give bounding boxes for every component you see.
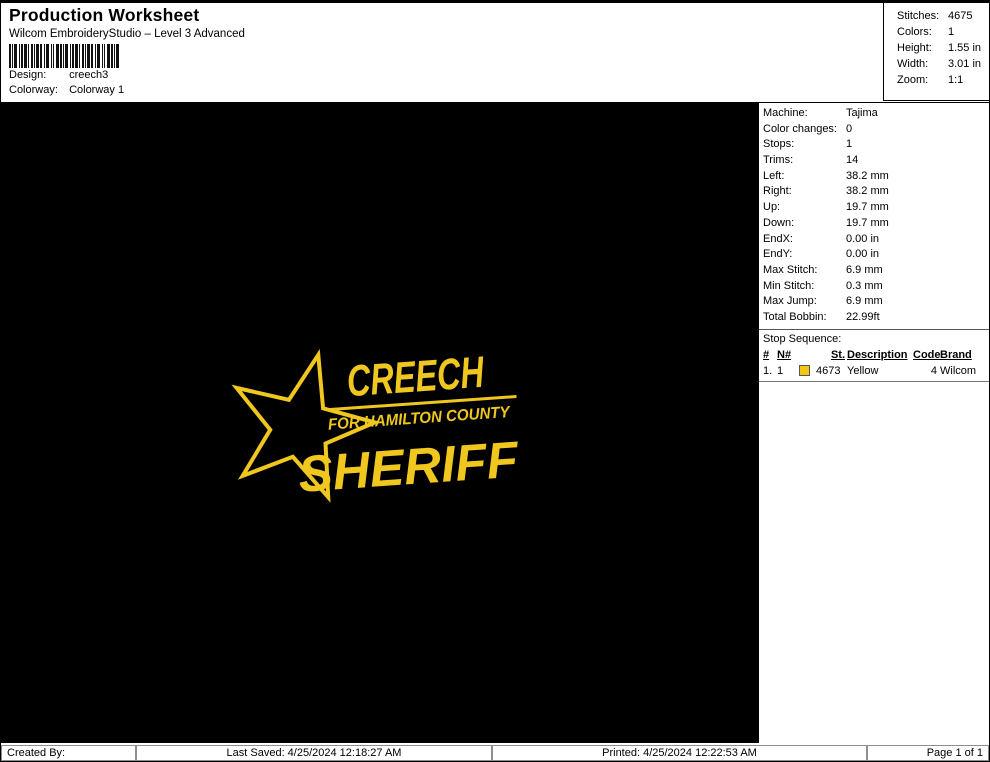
machine-info-row: Up: 19.7 mm: [763, 200, 989, 216]
stop-sequence-header: # N# St. Description Code Brand: [763, 347, 989, 363]
machine-info-value: 1: [846, 138, 853, 151]
machine-info-value: 19.7 mm: [846, 201, 889, 214]
machine-info-value: 38.2 mm: [846, 185, 889, 198]
machine-info-value: 0.00 in: [846, 232, 880, 245]
machine-info-row: EndX: 0.00 in: [763, 232, 989, 248]
summary-label: Width:: [897, 58, 929, 70]
machine-info-label: Max Stitch:: [763, 263, 818, 276]
summary-label: Stitches:: [897, 10, 940, 22]
footer: Created By: Last Saved: 4/25/2024 12:18:…: [1, 743, 989, 761]
summary-value: 1.55 in: [948, 42, 982, 54]
thread-color-swatch: [799, 365, 810, 377]
barcode-icon: [9, 44, 119, 68]
colorway-label: Colorway:: [9, 84, 58, 96]
machine-info-value: 0.00 in: [846, 248, 880, 261]
colorway-value: Colorway 1: [69, 84, 125, 96]
stop-description: Yellow: [847, 364, 879, 377]
header-left: Production Worksheet Wilcom EmbroiderySt…: [1, 3, 989, 98]
machine-info-value: 6.9 mm: [846, 295, 883, 308]
machine-info-row: Max Jump: 6.9 mm: [763, 294, 989, 310]
machine-info-label: Color changes:: [763, 122, 837, 135]
machine-info-row: Max Stitch: 6.9 mm: [763, 263, 989, 279]
machine-info-row: Trims: 14: [763, 153, 989, 169]
page-number-field: Page 1 of 1: [867, 745, 989, 761]
stop-sequence-row: 1. 1 4673 Yellow 4 Wilcom: [763, 363, 989, 380]
machine-info-value: 6.9 mm: [846, 263, 883, 276]
stop-needle: 1: [777, 364, 784, 377]
machine-info-value: 38.2 mm: [846, 169, 889, 182]
machine-info-row: Machine: Tajima: [763, 106, 989, 122]
machine-info-value: 0: [846, 122, 853, 135]
stop-stitches: 4673: [816, 364, 841, 377]
machine-info-label: Stops:: [763, 138, 795, 151]
machine-info-row: Down: 19.7 mm: [763, 216, 989, 232]
production-worksheet-page: Production Worksheet Wilcom EmbroiderySt…: [0, 0, 990, 762]
stop-num: 1.: [763, 364, 773, 377]
machine-info-value: 0.3 mm: [846, 279, 883, 292]
col-code: Code: [913, 348, 941, 361]
machine-info-label: EndY:: [763, 248, 793, 261]
machine-info-label: Min Stitch:: [763, 279, 815, 292]
col-brand: Brand: [940, 348, 972, 361]
summary-row: Stitches: 4675: [897, 8, 989, 24]
design-label: Design:: [9, 69, 47, 81]
printed-field: Printed: 4/25/2024 12:22:53 AM: [492, 745, 867, 761]
machine-info-label: Down:: [763, 216, 795, 229]
app-subtitle: Wilcom EmbroideryStudio – Level 3 Advanc…: [9, 28, 245, 40]
summary-row: Height: 1.55 in: [897, 40, 989, 56]
machine-info-row: Left: 38.2 mm: [763, 169, 989, 185]
last-saved-field: Last Saved: 4/25/2024 12:18:27 AM: [136, 745, 492, 761]
summary-value: 4675: [948, 10, 973, 22]
machine-info-row: Total Bobbin: 22.99ft: [763, 310, 989, 326]
col-st: St.: [830, 348, 845, 361]
machine-info-row: EndY: 0.00 in: [763, 247, 989, 263]
machine-info-label: Up:: [763, 201, 781, 214]
summary-label: Height:: [897, 42, 932, 54]
stop-code: 4: [930, 364, 937, 377]
summary-value: 3.01 in: [948, 58, 982, 70]
design-canvas: CREECH FOR HAMILTON COUNTY SHERIFF: [1, 103, 759, 743]
stop-brand: Wilcom: [940, 364, 977, 377]
header: Production Worksheet Wilcom EmbroiderySt…: [1, 3, 989, 103]
col-num: #: [763, 348, 770, 361]
machine-info-label: Max Jump:: [763, 295, 817, 308]
design-summary-box: Stitches: 4675 Colors: 1 Height: 1.55 in Wi…: [883, 3, 989, 101]
design-row: Design: creech3: [9, 68, 989, 83]
machine-info-row: Stops: 1: [763, 137, 989, 153]
machine-info-value: 14: [846, 154, 859, 167]
machine-info-row: Color changes: 0: [763, 122, 989, 138]
page-title: Production Worksheet: [9, 5, 200, 25]
summary-row: Zoom: 1:1: [897, 72, 989, 88]
col-description: Description: [847, 348, 908, 361]
embroidery-design: CREECH FOR HAMILTON COUNTY SHERIFF: [231, 348, 522, 503]
machine-info-label: Trims:: [763, 154, 794, 167]
machine-info-value: 19.7 mm: [846, 216, 889, 229]
col-n: N#: [777, 348, 792, 361]
design-text-line1: CREECH: [345, 348, 486, 407]
summary-value: 1: [948, 26, 955, 38]
machine-info: Machine: Tajima Color changes: 0 Stops: 1 T…: [759, 103, 989, 330]
machine-info-label: EndX:: [763, 232, 793, 245]
stop-sequence-title: Stop Sequence:: [763, 332, 842, 345]
machine-info-label: Right:: [763, 185, 792, 198]
created-by-field: Created By:: [1, 745, 136, 761]
summary-label: Zoom:: [897, 74, 929, 86]
machine-info-value: Tajima: [846, 107, 878, 119]
main-area: CREECH FOR HAMILTON COUNTY SHERIFF Machi…: [1, 103, 989, 743]
machine-info-row: Right: 38.2 mm: [763, 184, 989, 200]
details-panel: Machine: Tajima Color changes: 0 Stops: 1 T…: [759, 103, 989, 743]
machine-info-label: Machine:: [763, 107, 808, 119]
machine-info-label: Total Bobbin:: [763, 310, 827, 323]
summary-row: Width: 3.01 in: [897, 56, 989, 72]
colorway-row: Colorway: Colorway 1: [9, 83, 989, 98]
design-value: creech3: [69, 69, 109, 81]
stop-sequence: Stop Sequence: # N# St. Description Code…: [759, 330, 989, 382]
machine-info-row: Min Stitch: 0.3 mm: [763, 279, 989, 295]
summary-label: Colors:: [897, 26, 932, 38]
summary-value: 1:1: [948, 74, 964, 86]
summary-row: Colors: 1: [897, 24, 989, 40]
machine-info-label: Left:: [763, 169, 785, 182]
machine-info-value: 22.99ft: [846, 310, 880, 323]
